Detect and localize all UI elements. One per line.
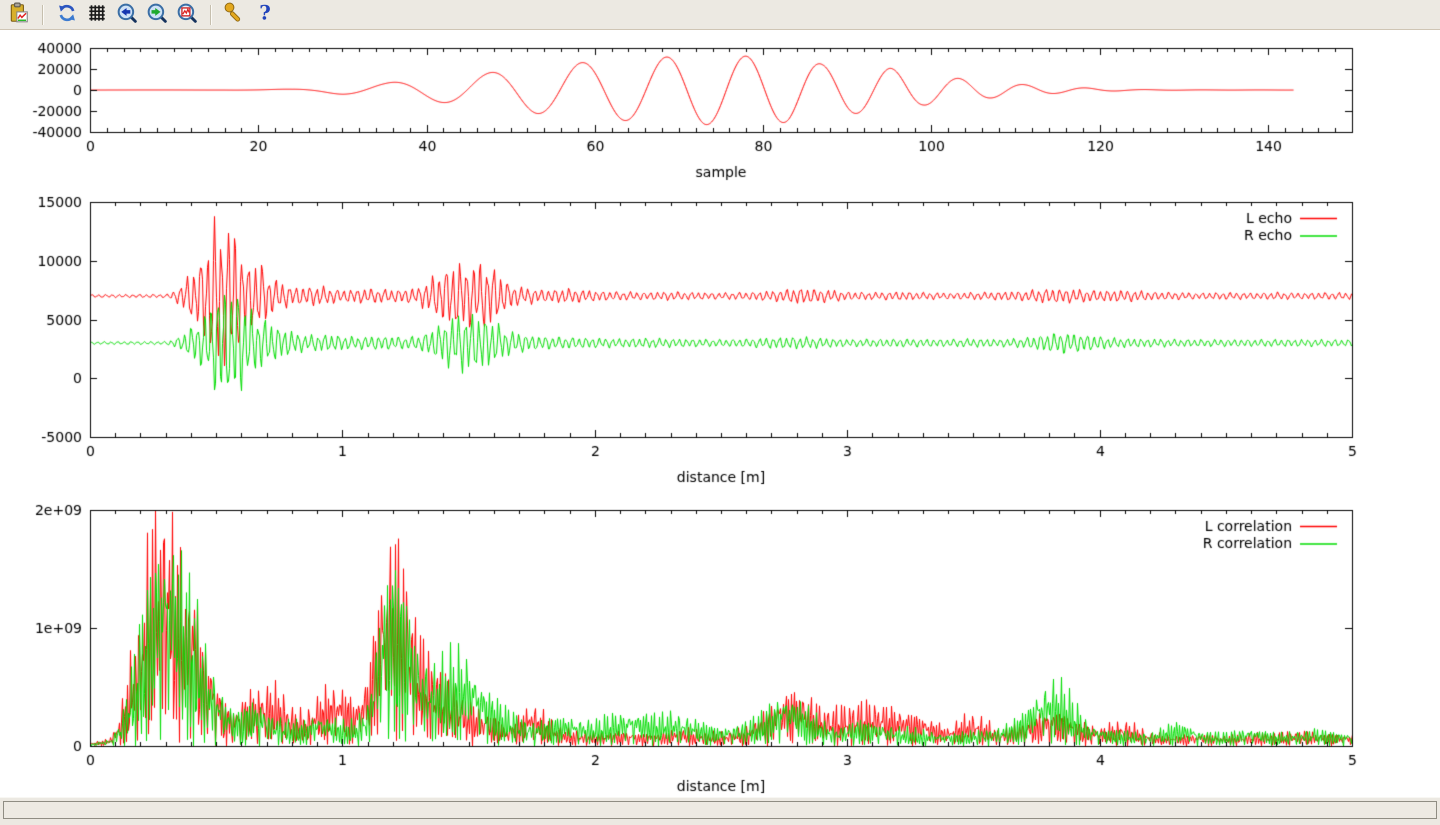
magnifier-left-arrow-icon [116,2,138,27]
toolbar: ? [0,0,1440,30]
status-bar [0,797,1440,825]
grid-icon [86,2,108,27]
status-text [3,801,1437,819]
question-mark-icon: ? [254,2,276,27]
refresh-icon [56,2,78,27]
help-button[interactable]: ? [253,3,277,27]
replot-button[interactable] [55,3,79,27]
zoom-next-button[interactable] [145,3,169,27]
plot-canvas[interactable] [0,0,1440,825]
magnifier-plot-icon [176,2,198,27]
copy-to-clipboard-button[interactable] [7,3,31,27]
configure-button[interactable] [223,3,247,27]
svg-text:?: ? [259,2,271,24]
zoom-previous-button[interactable] [115,3,139,27]
toggle-grid-button[interactable] [85,3,109,27]
magnifier-right-arrow-icon [146,2,168,27]
toolbar-separator [42,5,44,25]
toolbar-separator [210,5,212,25]
gnuplot-window: { "toolbar": { "buttons": [ {"id": "copy… [0,0,1440,825]
clipboard-plot-icon [8,2,30,27]
wrench-icon [224,2,246,27]
autoscale-button[interactable] [175,3,199,27]
